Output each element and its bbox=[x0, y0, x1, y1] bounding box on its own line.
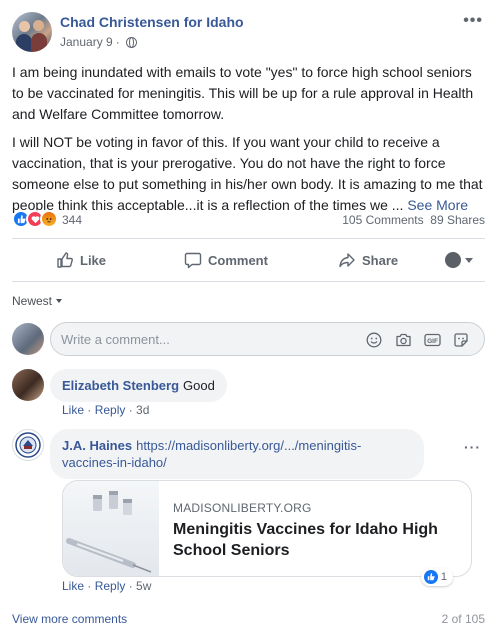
comment-more-icon[interactable]: ··· bbox=[464, 439, 481, 455]
seal-icon bbox=[15, 432, 41, 458]
comment-composer: GIF bbox=[12, 322, 485, 356]
globe-icon bbox=[125, 36, 137, 48]
view-more-comments-link[interactable]: View more comments bbox=[12, 612, 127, 626]
post-more-icon[interactable]: ••• bbox=[463, 12, 483, 30]
page-avatar[interactable] bbox=[12, 12, 52, 52]
gif-icon[interactable]: GIF bbox=[423, 331, 441, 349]
react-as-selector[interactable] bbox=[445, 252, 473, 268]
comment-author[interactable]: J.A. Haines bbox=[62, 438, 132, 453]
page-name[interactable]: Chad Christensen for Idaho bbox=[60, 14, 244, 30]
angry-reaction-icon bbox=[40, 210, 58, 228]
reaction-icons[interactable] bbox=[12, 210, 58, 228]
comment-text: Good bbox=[183, 378, 215, 393]
post-paragraph-1: I am being inundated with emails to vote… bbox=[12, 64, 474, 122]
comments-count[interactable]: 105 Comments bbox=[342, 213, 423, 227]
share-label: Share bbox=[362, 252, 399, 268]
comment-item: J.A. Haines https://madisonliberty.org/..… bbox=[12, 429, 485, 594]
comment-sort-dropdown[interactable]: Newest bbox=[12, 294, 63, 308]
comment-reply-link[interactable]: Reply bbox=[95, 579, 126, 593]
sort-label: Newest bbox=[12, 294, 53, 308]
comment-bubble: Elizabeth Stenberg Good bbox=[50, 369, 227, 402]
comment-like-link[interactable]: Like bbox=[62, 403, 84, 417]
link-preview-card[interactable]: MADISONLIBERTY.ORG Meningitis Vaccines f… bbox=[62, 480, 472, 577]
comment-input[interactable] bbox=[51, 323, 351, 355]
comments-footer: View more comments 2 of 105 bbox=[12, 612, 485, 626]
comment-author[interactable]: Elizabeth Stenberg bbox=[62, 378, 179, 393]
chevron-down-icon bbox=[465, 257, 473, 263]
comment-time[interactable]: 5w bbox=[136, 579, 151, 593]
meta-separator: · bbox=[115, 35, 120, 49]
reactions-summary: 344 105 Comments 89 Shares bbox=[12, 210, 485, 230]
post-paragraph-2: I will NOT be voting in favor of this. I… bbox=[12, 132, 486, 216]
emoji-icon[interactable] bbox=[365, 331, 383, 349]
svg-text:GIF: GIF bbox=[427, 338, 438, 345]
comment-page-count: 2 of 105 bbox=[441, 612, 485, 626]
comment-reply-link[interactable]: Reply bbox=[95, 403, 126, 417]
profile-avatar-small bbox=[445, 252, 461, 268]
comment-reaction-badge[interactable]: 1 bbox=[420, 568, 453, 586]
comment-icon bbox=[184, 252, 202, 269]
commenter-avatar[interactable] bbox=[12, 429, 44, 461]
comment-actions: Like · Reply · 3d bbox=[62, 403, 150, 417]
commenter-avatar[interactable] bbox=[12, 369, 44, 401]
post-date[interactable]: January 9 bbox=[60, 35, 113, 49]
like-label: Like bbox=[80, 252, 107, 268]
avatar[interactable] bbox=[12, 323, 44, 355]
comment-like-link[interactable]: Like bbox=[62, 579, 84, 593]
link-domain: MADISONLIBERTY.ORG bbox=[173, 501, 312, 515]
engagement-counts: 105 Comments 89 Shares bbox=[342, 213, 485, 227]
comment-reaction-count: 1 bbox=[440, 571, 447, 583]
like-button[interactable]: Like bbox=[56, 243, 106, 277]
camera-icon[interactable] bbox=[394, 331, 412, 349]
post-meta: January 9 · bbox=[60, 35, 137, 49]
divider bbox=[12, 281, 485, 282]
sticker-icon[interactable] bbox=[452, 331, 470, 349]
chevron-down-icon bbox=[56, 299, 63, 303]
like-reaction-icon bbox=[423, 570, 438, 584]
post-header: Chad Christensen for Idaho January 9 · •… bbox=[12, 12, 485, 56]
share-icon bbox=[339, 253, 355, 268]
share-button[interactable]: Share bbox=[338, 243, 398, 277]
reaction-count[interactable]: 344 bbox=[62, 213, 82, 227]
composer-icons: GIF bbox=[365, 331, 470, 349]
action-bar: Like Comment Share bbox=[12, 243, 485, 277]
thumbs-up-icon bbox=[57, 252, 73, 268]
comment-item: Elizabeth Stenberg Good Like · Reply · 3d bbox=[12, 369, 485, 419]
link-title: Meningitis Vaccines for Idaho High Schoo… bbox=[173, 521, 438, 559]
comment-time[interactable]: 3d bbox=[136, 403, 149, 417]
shares-count[interactable]: 89 Shares bbox=[430, 213, 485, 227]
comment-input-box: GIF bbox=[50, 322, 485, 356]
link-thumbnail bbox=[63, 481, 159, 576]
comment-actions: Like · Reply · 5w bbox=[62, 579, 152, 593]
post-body: I am being inundated with emails to vote… bbox=[12, 62, 486, 223]
comment-bubble: J.A. Haines https://madisonliberty.org/..… bbox=[50, 429, 424, 479]
comment-button[interactable]: Comment bbox=[184, 243, 268, 277]
comment-label: Comment bbox=[208, 252, 268, 268]
divider bbox=[12, 238, 485, 239]
